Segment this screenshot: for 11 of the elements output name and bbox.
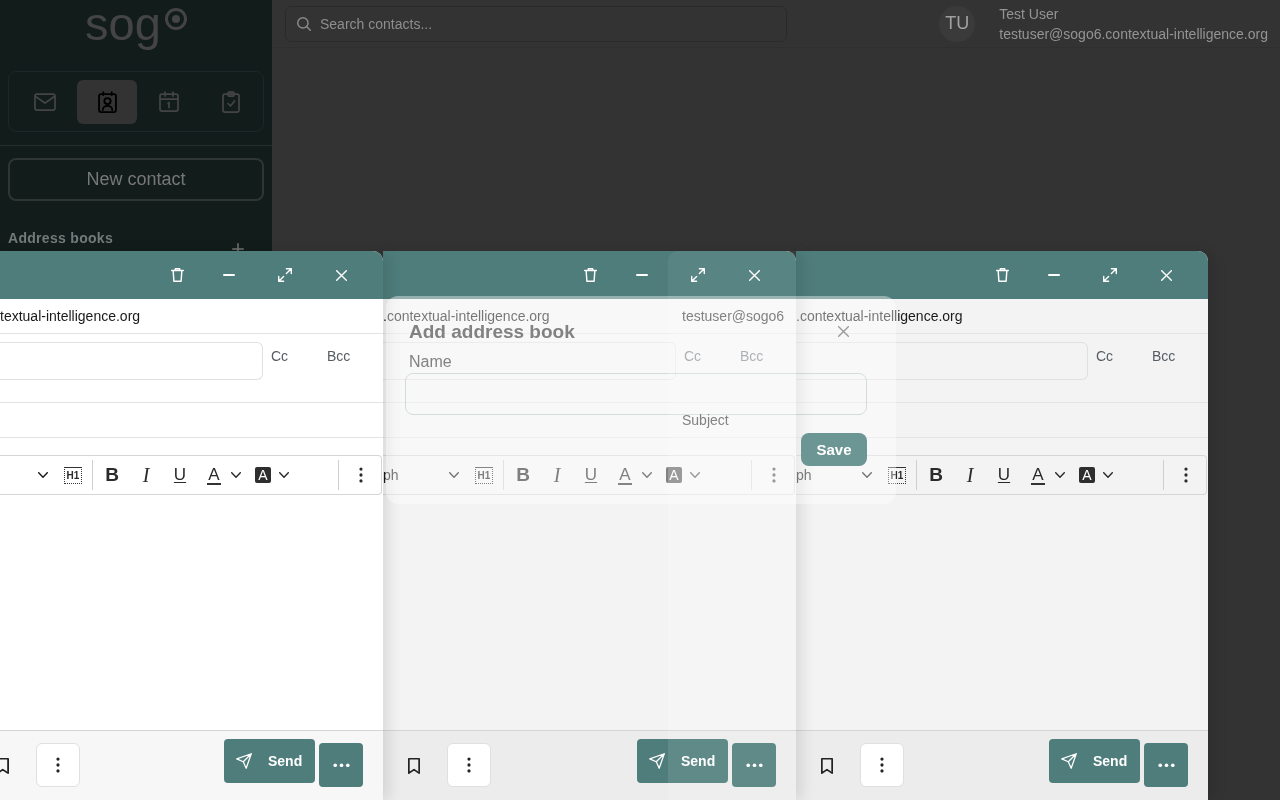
user-avatar: TU: [939, 5, 976, 42]
sender-address: .contextual-intelligence.org: [383, 308, 550, 324]
field-label: Name: [409, 354, 452, 370]
dialog-title: Add address book: [409, 322, 575, 341]
subject-placeholder: Subject: [682, 413, 729, 428]
user-name: Test User: [999, 4, 1060, 24]
user-email: testuser@sogo6.contextual-intelligence.org: [999, 24, 1268, 44]
sender-address: .contextual-intelligence.org: [796, 308, 963, 324]
section-label: Address books: [8, 230, 114, 246]
sender-address: testuser@sogo6: [682, 309, 785, 324]
sender-address: textual-intelligence.org: [0, 308, 141, 324]
